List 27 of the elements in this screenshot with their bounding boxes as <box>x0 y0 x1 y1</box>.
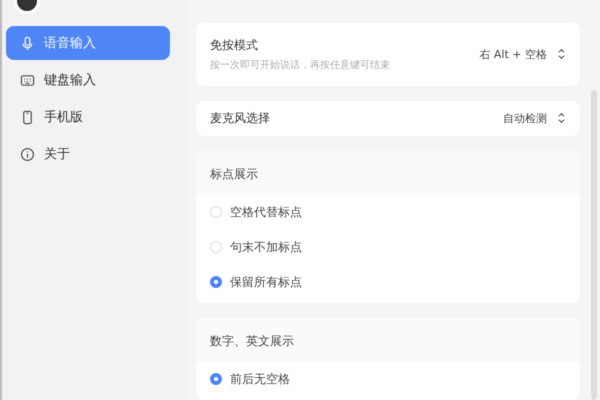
sidebar-item[interactable]: 键盘输入 <box>6 63 170 97</box>
up-down-chevron-icon <box>557 48 566 60</box>
microphone-icon <box>20 36 35 50</box>
radio-option[interactable]: 保留所有标点 <box>196 264 580 300</box>
keyboard-icon <box>20 72 35 88</box>
option-label: 句末不加标点 <box>230 238 302 256</box>
setting-label: 免按模式 <box>210 36 259 54</box>
dropdown-select[interactable]: 右 Alt + 空格 <box>479 46 566 62</box>
group-title: 标点展示 <box>210 166 258 181</box>
option-label: 空格代替标点 <box>230 204 302 221</box>
radio-option[interactable]: 空格代替标点 <box>196 194 580 230</box>
up-down-chevron-icon <box>557 112 566 124</box>
scrollbar-thumb[interactable] <box>591 90 597 400</box>
group-title: 数字、英文展示 <box>210 334 294 348</box>
info-icon <box>20 146 35 162</box>
setting-label: 麦克风选择 <box>210 110 270 127</box>
setting-description: 按一次即可开始说话，再按任意键可结束 <box>210 58 390 72</box>
sidebar-item[interactable]: 关于 <box>6 137 170 171</box>
radio-button[interactable] <box>210 373 222 386</box>
option-label: 保留所有标点 <box>230 274 302 291</box>
phone-icon <box>20 110 35 124</box>
option-label: 前后无空格 <box>230 370 290 388</box>
sidebar-item[interactable]: 手机版 <box>6 100 170 134</box>
radio-option[interactable]: 前后无空格 <box>196 362 580 397</box>
dropdown-select[interactable]: 自动检测 <box>503 110 566 126</box>
radio-option[interactable]: 句末不加标点 <box>196 230 580 265</box>
radio-button[interactable] <box>210 276 222 288</box>
